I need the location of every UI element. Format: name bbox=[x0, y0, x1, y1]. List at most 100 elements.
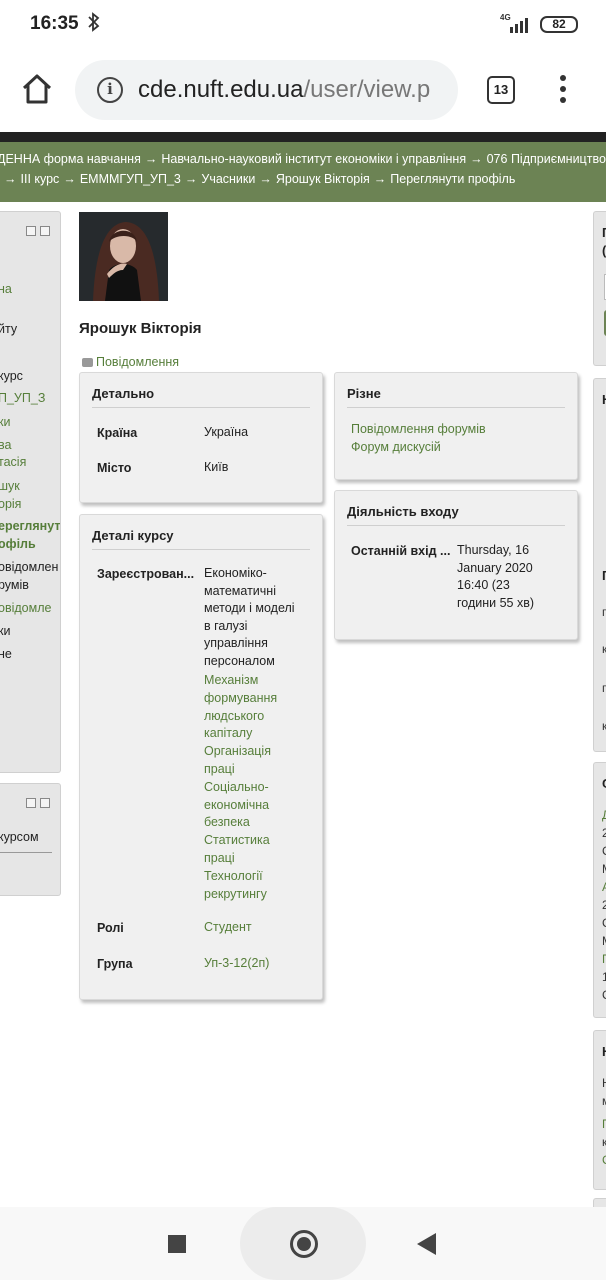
block-text: 2 bbox=[602, 898, 606, 912]
nav-item[interactable]: орія bbox=[0, 497, 21, 511]
nav-item[interactable]: овідомлен bbox=[0, 560, 58, 574]
nav-item[interactable]: курс bbox=[0, 369, 23, 383]
home-circle-icon[interactable] bbox=[290, 1230, 318, 1258]
avatar bbox=[79, 212, 168, 301]
administration-block: курсом bbox=[0, 783, 61, 896]
block-text: п bbox=[602, 681, 606, 695]
breadcrumb-item[interactable]: ЕММMГУП_УП_3 bbox=[80, 172, 181, 186]
forum-posts-link[interactable]: Повідомлення форумів bbox=[351, 421, 486, 439]
nav-item[interactable]: румів bbox=[0, 578, 29, 592]
course-link[interactable]: формування bbox=[204, 690, 314, 708]
profile-name: Ярошук Вікторія bbox=[79, 320, 202, 337]
nav-item[interactable]: на bbox=[0, 282, 12, 296]
block-text[interactable]: А bbox=[602, 880, 606, 894]
address-bar[interactable]: i cde.nuft.edu.ua/user/view.p bbox=[75, 60, 458, 120]
nav-item[interactable]: ки bbox=[0, 624, 10, 638]
course-link[interactable]: праці bbox=[204, 761, 314, 779]
breadcrumb-item[interactable]: Навчально-науковий інститут економіки і … bbox=[161, 152, 466, 166]
nav-item-current[interactable]: офіль bbox=[0, 537, 36, 551]
block-text: С bbox=[602, 988, 606, 1002]
more-menu-icon[interactable] bbox=[560, 75, 566, 105]
block-text[interactable]: Д bbox=[602, 808, 606, 822]
collapse-icon[interactable] bbox=[26, 226, 36, 236]
course-links: Механізм формування людського капіталу О… bbox=[204, 672, 314, 903]
dock-icon[interactable] bbox=[40, 798, 50, 808]
browser-toolbar: i cde.nuft.edu.ua/user/view.p 13 bbox=[0, 50, 606, 132]
nav-item[interactable]: не bbox=[0, 647, 12, 661]
breadcrumb-item[interactable]: Переглянути профіль bbox=[390, 172, 515, 186]
course-link[interactable]: Технології bbox=[204, 868, 314, 886]
nav-item[interactable]: ва bbox=[0, 438, 11, 452]
course-link[interactable]: капіталу bbox=[204, 725, 314, 743]
block-text: м bbox=[602, 1094, 606, 1108]
nav-item[interactable]: тасія bbox=[0, 455, 26, 469]
card-title: Діяльність входу bbox=[347, 504, 459, 519]
right-block: Н П п к п к bbox=[593, 378, 606, 752]
system-nav-bar bbox=[0, 1207, 606, 1280]
block-title: Н bbox=[602, 392, 606, 407]
misc-card: Різне Повідомлення форумів Форум дискусі… bbox=[334, 372, 578, 480]
course-details-card: Деталі курсу Зареєстрован... Економіко- … bbox=[79, 514, 323, 1000]
navigation-block: на йту курс П_УП_З ки ва тасія шук орія … bbox=[0, 211, 61, 773]
block-title: П bbox=[602, 225, 606, 240]
block-text: С bbox=[602, 844, 606, 858]
course-link[interactable]: Соціально- bbox=[204, 779, 314, 797]
url-text[interactable]: cde.nuft.edu.ua/user/view.p bbox=[138, 76, 456, 104]
block-title: ( bbox=[602, 243, 606, 258]
back-icon[interactable] bbox=[417, 1233, 436, 1255]
group-value[interactable]: Уп-3-12(2п) bbox=[204, 955, 269, 973]
nav-item[interactable]: йту bbox=[0, 322, 17, 336]
home-icon[interactable] bbox=[20, 72, 54, 106]
login-activity-card: Діяльність входу Останній вхід ... Thurs… bbox=[334, 490, 578, 640]
bluetooth-icon bbox=[88, 12, 100, 37]
dock-icon[interactable] bbox=[40, 226, 50, 236]
divider bbox=[347, 525, 565, 526]
course-text: методи і моделі bbox=[204, 601, 295, 615]
course-link[interactable]: Механізм bbox=[204, 672, 314, 690]
block-text[interactable]: С bbox=[602, 1153, 606, 1167]
info-icon[interactable]: i bbox=[97, 77, 123, 103]
nav-item-current[interactable]: ереглянут bbox=[0, 519, 60, 533]
breadcrumb-item[interactable]: ДЕННА форма навчання bbox=[0, 152, 141, 166]
nav-item[interactable]: овідомле bbox=[0, 601, 51, 615]
block-text[interactable]: П bbox=[602, 1117, 606, 1131]
tab-switcher-button[interactable]: 13 bbox=[487, 76, 515, 104]
admin-item[interactable]: курсом bbox=[0, 830, 39, 844]
enrolled-label: Зареєстрован... bbox=[97, 567, 195, 581]
recents-icon[interactable] bbox=[168, 1235, 186, 1253]
course-link[interactable]: людського bbox=[204, 708, 314, 726]
roles-value[interactable]: Студент bbox=[204, 919, 252, 937]
course-text: Економіко- bbox=[204, 566, 267, 580]
last-login-line: January 2020 bbox=[457, 560, 533, 575]
course-link[interactable]: Організація bbox=[204, 743, 314, 761]
block-text: к bbox=[602, 1135, 606, 1149]
breadcrumb-item[interactable]: 076 Підприємництво bbox=[487, 152, 606, 166]
country-value: Україна bbox=[204, 425, 249, 439]
nav-item[interactable]: П_УП_З bbox=[0, 391, 45, 405]
nav-item[interactable]: шук bbox=[0, 479, 20, 493]
course-link[interactable]: Статистика bbox=[204, 832, 314, 850]
last-login-line: години 55 хв) bbox=[457, 595, 535, 610]
course-link[interactable]: рекрутингу bbox=[204, 886, 314, 904]
breadcrumb-item[interactable]: ІІІ курс bbox=[21, 172, 60, 186]
breadcrumb-item[interactable]: Учасники bbox=[201, 172, 255, 186]
course-link[interactable]: безпека bbox=[204, 814, 314, 832]
message-link[interactable]: Повідомлення bbox=[82, 355, 179, 369]
message-icon bbox=[82, 358, 93, 367]
divider bbox=[92, 549, 310, 550]
city-value: Київ bbox=[204, 460, 229, 474]
course-link[interactable]: економічна bbox=[204, 797, 314, 815]
breadcrumb-item[interactable]: Ярошук Вікторія bbox=[276, 172, 370, 186]
collapse-icon[interactable] bbox=[26, 798, 36, 808]
divider bbox=[347, 407, 565, 408]
url-path: /user/view.p bbox=[303, 76, 431, 103]
block-text: Н bbox=[602, 1076, 606, 1090]
site-header-strip bbox=[0, 132, 606, 142]
block-text: 1 bbox=[602, 970, 606, 984]
signal-icon bbox=[510, 15, 532, 33]
nav-item[interactable]: ки bbox=[0, 415, 10, 429]
block-text[interactable]: П bbox=[602, 952, 606, 966]
course-link[interactable]: праці bbox=[204, 850, 314, 868]
course-text: персоналом bbox=[204, 653, 275, 668]
forum-discussions-link[interactable]: Форум дискусій bbox=[351, 439, 441, 457]
